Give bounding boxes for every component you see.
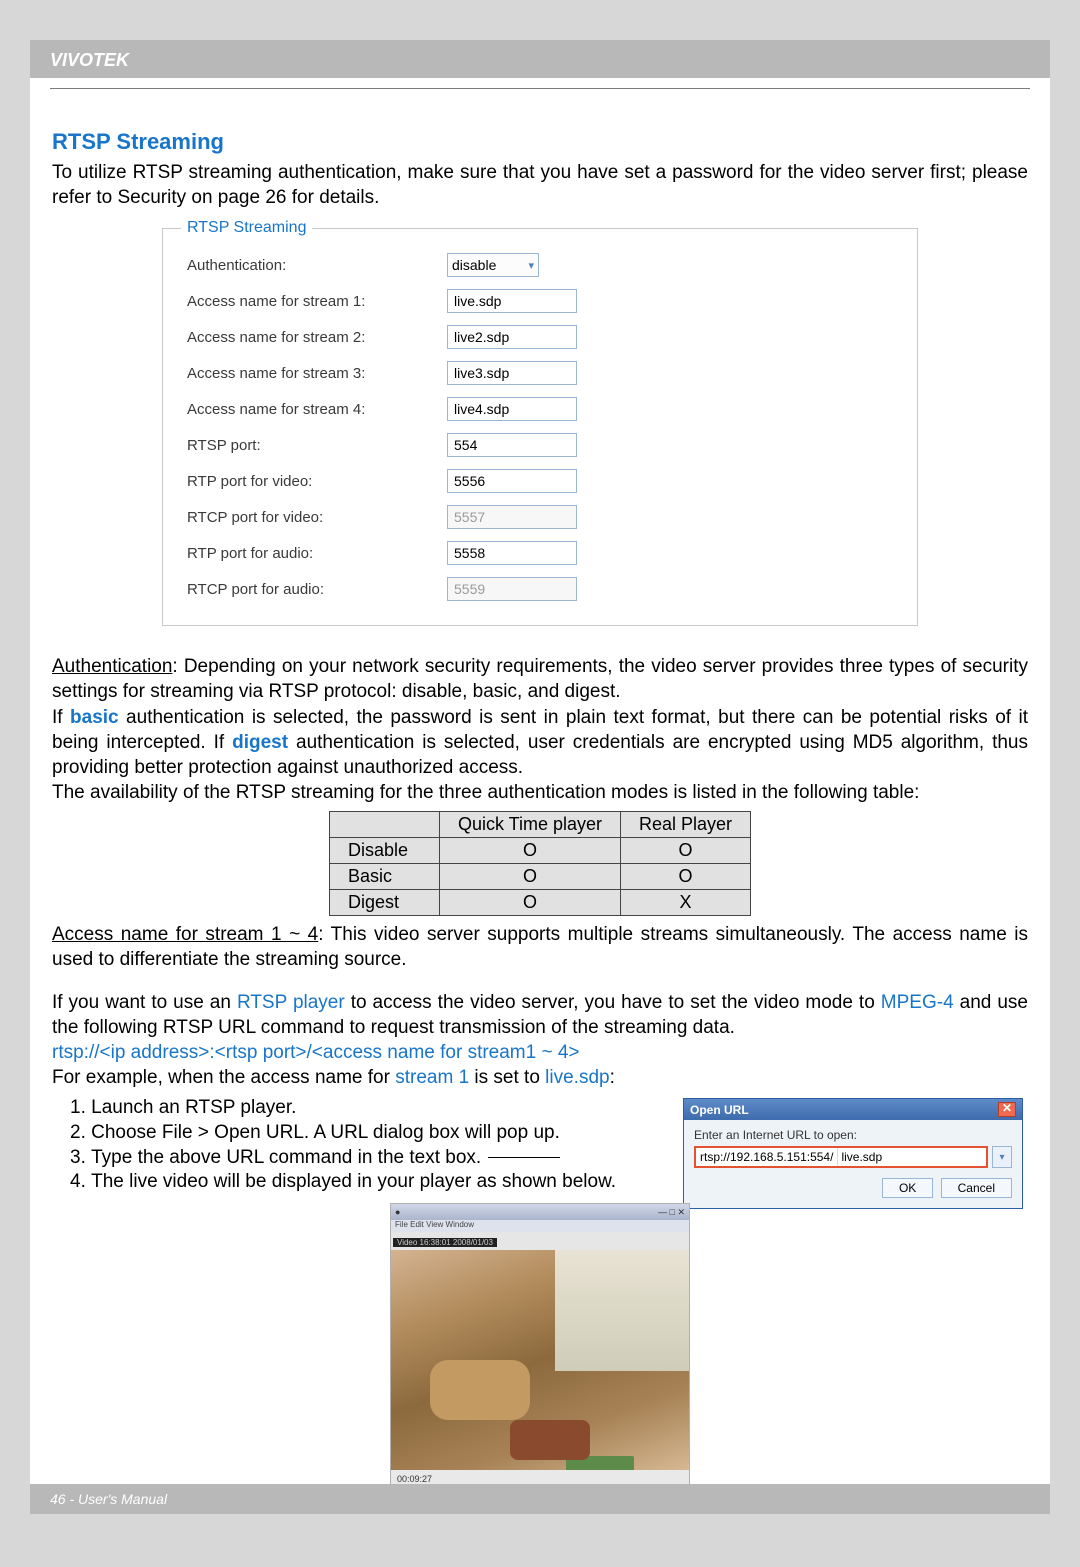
- player-elapsed-time: 00:09:27: [397, 1474, 683, 1484]
- step-1: Launch an RTSP player.: [92, 1096, 669, 1121]
- pointer-line: [488, 1157, 560, 1158]
- brand-logo: VIVOTEK: [50, 50, 129, 70]
- form-row: RTSP port:: [163, 427, 917, 463]
- compat-row-label: Digest: [329, 889, 439, 915]
- form-row: Access name for stream 4:: [163, 391, 917, 427]
- url-template: rtsp://<ip address>:<rtsp port>/<access …: [52, 1040, 1028, 1065]
- auth-paragraph-3: The availability of the RTSP streaming f…: [52, 780, 1028, 805]
- dialog-cancel-button[interactable]: Cancel: [941, 1178, 1012, 1198]
- basic-keyword: basic: [70, 707, 119, 728]
- dialog-titlebar: Open URL ✕: [684, 1099, 1022, 1120]
- dialog-label: Enter an Internet URL to open:: [694, 1128, 1012, 1142]
- content-area: RTSP Streaming To utilize RTSP streaming…: [30, 89, 1050, 1514]
- steps-and-dialog: Launch an RTSP player. Choose File > Ope…: [52, 1096, 1028, 1209]
- intro-paragraph: To utilize RTSP streaming authentication…: [52, 161, 1028, 210]
- dialog-body: Enter an Internet URL to open: rtsp://19…: [684, 1120, 1022, 1208]
- form-input-4[interactable]: [447, 397, 577, 421]
- auth-paragraph-2: If basic authentication is selected, the…: [52, 705, 1028, 780]
- player-mock-window: ● — □ ✕ File Edit View Window Video 16:3…: [390, 1203, 690, 1514]
- mpeg4-keyword: MPEG-4: [881, 992, 954, 1013]
- form-row: Access name for stream 1:: [163, 283, 917, 319]
- compat-col-header: Real Player: [621, 811, 751, 837]
- rtsp-player-keyword: RTSP player: [237, 992, 345, 1013]
- form-row: Authentication:disable▾: [163, 247, 917, 283]
- form-row: Access name for stream 2:: [163, 319, 917, 355]
- player-timestamp-badge: Video 16:38:01 2008/01/03: [393, 1238, 497, 1247]
- compat-row-label: Disable: [329, 837, 439, 863]
- authentication-select[interactable]: disable▾: [447, 253, 539, 277]
- form-row: RTP port for video:: [163, 463, 917, 499]
- form-row: RTCP port for video:: [163, 499, 917, 535]
- compat-col-header: [329, 811, 439, 837]
- page-container: VIVOTEK RTSP Streaming To utilize RTSP s…: [30, 40, 1050, 1514]
- form-label: RTP port for video:: [187, 473, 447, 490]
- dialog-title-text: Open URL: [690, 1103, 749, 1117]
- form-label: Authentication:: [187, 257, 447, 274]
- example-line: For example, when the access name for st…: [52, 1065, 1028, 1090]
- compat-cell: O: [621, 837, 751, 863]
- form-input-3[interactable]: [447, 361, 577, 385]
- page-header: VIVOTEK: [30, 40, 1050, 78]
- form-label: RTP port for audio:: [187, 545, 447, 562]
- form-legend: RTSP Streaming: [181, 219, 312, 236]
- auth-head: Authentication: [52, 656, 172, 677]
- form-input-6[interactable]: [447, 469, 577, 493]
- compat-cell: O: [439, 863, 620, 889]
- player-video-view: [391, 1250, 689, 1470]
- form-label: Access name for stream 4:: [187, 401, 447, 418]
- form-row: RTCP port for audio:: [163, 571, 917, 607]
- rtsp-player-paragraph: If you want to use an RTSP player to acc…: [52, 990, 1028, 1040]
- page-number: 46 - User's Manual: [50, 1491, 167, 1507]
- form-label: RTCP port for video:: [187, 509, 447, 526]
- compat-cell: X: [621, 889, 751, 915]
- compat-cell: O: [439, 889, 620, 915]
- player-titlebar: ● — □ ✕: [391, 1204, 689, 1220]
- form-input-1[interactable]: [447, 289, 577, 313]
- compat-row: DisableOO: [329, 837, 750, 863]
- compat-col-header: Quick Time player: [439, 811, 620, 837]
- compat-row-label: Basic: [329, 863, 439, 889]
- form-row: Access name for stream 3:: [163, 355, 917, 391]
- form-label: Access name for stream 3:: [187, 365, 447, 382]
- dialog-url-input[interactable]: rtsp://192.168.5.151:554/live.sdp: [694, 1146, 988, 1168]
- compat-cell: O: [621, 863, 751, 889]
- step-4: The live video will be displayed in your…: [92, 1170, 669, 1195]
- player-preview-area: ● — □ ✕ File Edit View Window Video 16:3…: [52, 1203, 1028, 1514]
- form-input-2[interactable]: [447, 325, 577, 349]
- form-input-9: [447, 577, 577, 601]
- digest-keyword: digest: [232, 732, 288, 753]
- steps-list: Launch an RTSP player. Choose File > Ope…: [70, 1096, 669, 1195]
- form-label: RTSP port:: [187, 437, 447, 454]
- form-input-8[interactable]: [447, 541, 577, 565]
- section-title: RTSP Streaming: [52, 129, 1028, 155]
- form-input-7: [447, 505, 577, 529]
- open-url-dialog: Open URL ✕ Enter an Internet URL to open…: [683, 1098, 1023, 1209]
- auth-paragraph-1: Authentication: Depending on your networ…: [52, 654, 1028, 704]
- compat-table: Quick Time playerReal Player DisableOOBa…: [329, 811, 751, 916]
- page-footer: 46 - User's Manual: [30, 1484, 1050, 1514]
- compat-cell: O: [439, 837, 620, 863]
- dialog-url-dropdown-icon[interactable]: ▾: [992, 1146, 1012, 1168]
- compat-row: DigestOX: [329, 889, 750, 915]
- step-2: Choose File > Open URL. A URL dialog box…: [92, 1121, 669, 1146]
- step-3: Type the above URL command in the text b…: [92, 1146, 669, 1171]
- form-input-5[interactable]: [447, 433, 577, 457]
- form-row: RTP port for audio:: [163, 535, 917, 571]
- rtsp-form-panel: RTSP Streaming Authentication:disable▾Ac…: [162, 228, 918, 626]
- form-label: RTCP port for audio:: [187, 581, 447, 598]
- form-label: Access name for stream 2:: [187, 329, 447, 346]
- player-menubar: File Edit View Window: [391, 1220, 689, 1232]
- chevron-down-icon: ▾: [528, 259, 534, 272]
- compat-row: BasicOO: [329, 863, 750, 889]
- player-title-dots: — □ ✕: [658, 1207, 685, 1218]
- dialog-close-button[interactable]: ✕: [998, 1102, 1016, 1117]
- access-paragraph: Access name for stream 1 ~ 4: This video…: [52, 922, 1028, 972]
- dialog-ok-button[interactable]: OK: [882, 1178, 933, 1198]
- access-head: Access name for stream 1 ~ 4: [52, 924, 318, 945]
- form-label: Access name for stream 1:: [187, 293, 447, 310]
